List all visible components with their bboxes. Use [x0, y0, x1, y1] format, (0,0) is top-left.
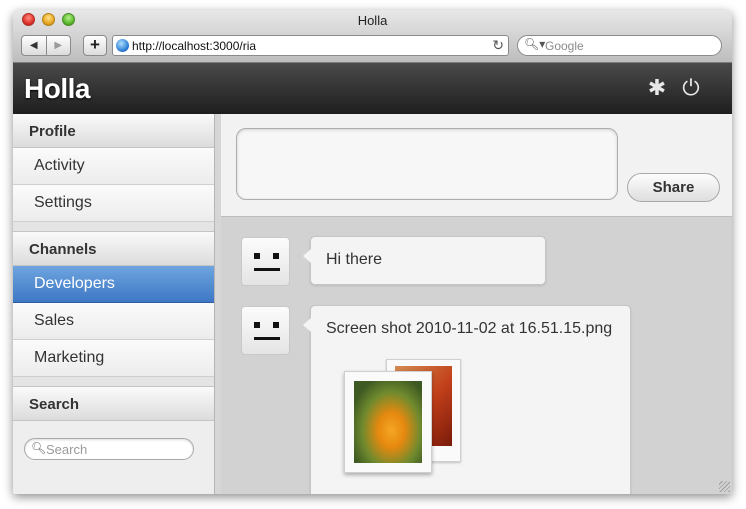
forward-button[interactable]: ▶ [45, 36, 71, 55]
browser-window: Holla ◀ ▶ + http://localhost:3000/ria ↻ … [13, 10, 732, 494]
sidebar: Profile Activity Settings Channels Devel… [13, 114, 215, 494]
sidebar-search-input[interactable]: 🔍︎ Search [24, 438, 194, 460]
sidebar-item-developers[interactable]: Developers [13, 266, 214, 303]
avatar-eye [273, 253, 279, 259]
avatar-mouth [254, 337, 280, 340]
history-nav: ◀ ▶ [21, 35, 71, 56]
avatar-eye [273, 322, 279, 328]
message-input[interactable] [236, 128, 618, 200]
globe-icon [116, 39, 129, 52]
address-bar[interactable]: http://localhost:3000/ria ↻ [112, 35, 509, 56]
compose-area: Share [221, 114, 732, 217]
plus-icon: + [90, 35, 100, 54]
avatar-eye [254, 253, 260, 259]
browser-search-field[interactable]: 🔍︎▾ Google [517, 35, 722, 56]
attachment-image-preview[interactable] [344, 371, 432, 473]
add-bookmark-button[interactable]: + [83, 35, 107, 56]
avatar [241, 306, 290, 355]
browser-chrome: Holla ◀ ▶ + http://localhost:3000/ria ↻ … [13, 10, 732, 63]
message-bubble: Hi there [303, 236, 546, 285]
avatar [241, 237, 290, 286]
section-divider [13, 377, 214, 387]
forward-arrow-icon: ▶ [54, 40, 63, 51]
section-header-channels: Channels [13, 232, 214, 266]
sidebar-item-marketing[interactable]: Marketing [13, 340, 214, 377]
avatar-mouth [254, 268, 280, 271]
window-title: Holla [357, 13, 388, 28]
message-text: Hi there [326, 251, 383, 268]
section-divider [13, 222, 214, 232]
reload-icon[interactable]: ↻ [492, 37, 504, 54]
sidebar-item-settings[interactable]: Settings [13, 185, 214, 222]
search-icon: 🔍︎ [31, 441, 47, 455]
back-arrow-icon: ◀ [29, 40, 38, 51]
power-icon[interactable]: ⏻ [679, 76, 703, 100]
sidebar-item-activity[interactable]: Activity [13, 148, 214, 185]
sidebar-item-sales[interactable]: Sales [13, 303, 214, 340]
attachment-filename[interactable]: Screen shot 2010-11-02 at 16.51.15.png [326, 320, 612, 338]
message-bubble: Screen shot 2010-11-02 at 16.51.15.png [303, 305, 631, 494]
app-logo: Holla [24, 73, 90, 104]
sidebar-search-placeholder: Search [46, 442, 88, 457]
url-text[interactable]: http://localhost:3000/ria [132, 39, 256, 53]
settings-gear-icon[interactable]: ✱ [645, 76, 669, 100]
section-header-search: Search [13, 387, 214, 421]
section-header-profile: Profile [13, 114, 214, 148]
resize-grip[interactable] [719, 481, 730, 492]
message-feed: Hi there Screen shot 2010-11-02 at 16.51… [221, 217, 732, 494]
back-button[interactable]: ◀ [22, 36, 46, 55]
share-button[interactable]: Share [627, 173, 720, 202]
app-header: Holla ✱ ⏻ [13, 63, 732, 114]
avatar-eye [254, 322, 260, 328]
browser-search-placeholder: Google [545, 39, 584, 53]
search-icon[interactable]: 🔍︎▾ [524, 37, 545, 51]
